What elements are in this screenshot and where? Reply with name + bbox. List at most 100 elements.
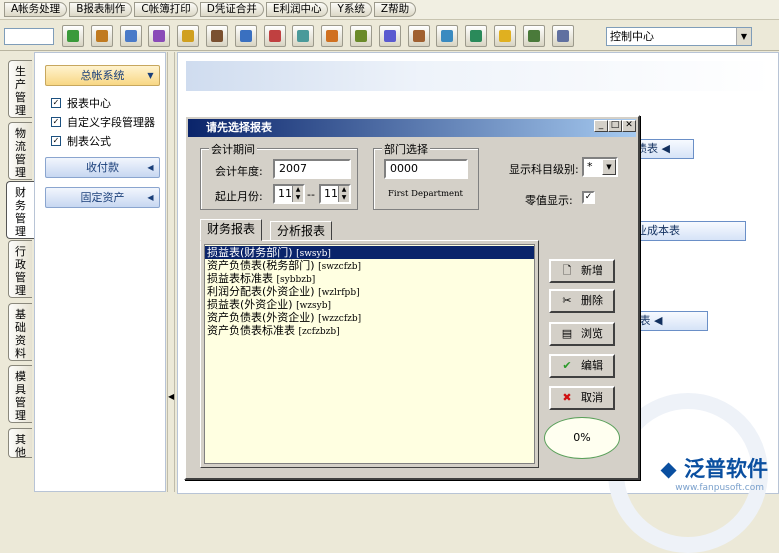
report-icon[interactable] (177, 25, 200, 47)
start-month-spinner[interactable]: 11 ▲ ▼ (273, 184, 305, 204)
export-icon[interactable] (321, 25, 344, 47)
nav-link-label: 制表公式 (67, 135, 111, 148)
month-range-label: 起止月份: (215, 190, 263, 203)
module-tab[interactable]: 财务管理 (6, 181, 34, 239)
chevron-down-icon[interactable]: ▼ (144, 68, 157, 83)
screen-icon[interactable] (234, 25, 257, 47)
chevron-down-icon[interactable]: ▼ (602, 159, 616, 175)
year-input[interactable]: 2007 (273, 159, 351, 179)
collapse-arrow-icon[interactable]: ◀ (168, 392, 174, 401)
calculator-icon[interactable] (378, 25, 401, 47)
module-tab[interactable]: 其他 (8, 428, 32, 459)
tools-icon-glyph (355, 30, 367, 42)
menu-item[interactable]: B报表制作 (69, 2, 133, 17)
nav-group-fixed-assets[interactable]: 固定资产 ◀ (45, 187, 160, 208)
cancel-button[interactable]: ✖ 取消 (549, 386, 615, 410)
report-list-item[interactable]: 损益表(外资企业) [wzsyb] (205, 298, 534, 311)
menu-item[interactable]: C帐簿打印 (134, 2, 198, 17)
report-list-item[interactable]: 损益表(财务部门) [swsyb] (205, 246, 534, 259)
report-list-item[interactable]: 损益表标准表 [sybbzb] (205, 272, 534, 285)
cancel-label: 取消 (581, 391, 603, 404)
add-label: 新增 (581, 264, 603, 277)
subject-level-select[interactable]: * ▼ (582, 157, 618, 177)
chevron-left-icon[interactable]: ◀ (144, 190, 157, 205)
window-icon[interactable] (551, 25, 574, 47)
tab-analysis-reports[interactable]: 分析报表 (270, 221, 333, 241)
chart-icon[interactable] (263, 25, 286, 47)
nav-link-formula[interactable]: ✓ 制表公式 (51, 133, 111, 149)
browse-button[interactable]: ▤ 浏览 (549, 322, 615, 346)
menu-item[interactable]: D凭证合并 (199, 2, 264, 17)
nav-group-general-ledger[interactable]: 总帐系统 ▼ (45, 65, 160, 86)
spinner-arrows-icon[interactable]: ▲ ▼ (338, 186, 349, 202)
module-tab[interactable]: 物流管理 (8, 122, 32, 180)
tools-icon[interactable] (350, 25, 372, 47)
subject-level-value: * (587, 160, 593, 173)
nav-link-custom-fields[interactable]: ✓ 自定义字段管理器 (51, 114, 155, 130)
refresh-icon[interactable] (62, 25, 84, 47)
menu-item[interactable]: Y系统 (330, 2, 372, 17)
spinner-arrows-icon[interactable]: ▲ ▼ (292, 186, 303, 202)
bell-icon[interactable] (494, 25, 516, 47)
module-tab-label: 行政管理 (15, 245, 26, 297)
department-code-input[interactable]: 0000 (384, 159, 468, 179)
nav-group-receivables[interactable]: 收付款 ◀ (45, 157, 160, 178)
tab-financial-reports[interactable]: 财务报表 (200, 219, 263, 241)
edit-icon[interactable] (119, 25, 142, 47)
module-tab[interactable]: 基础资料 (8, 303, 32, 361)
report-code: [zcfzbzb] (298, 327, 340, 337)
module-select-value: 控制中心 (610, 30, 654, 43)
screen-icon-glyph (239, 30, 252, 42)
exit-icon[interactable] (522, 25, 545, 47)
report-code: [wzsyb] (296, 301, 332, 311)
toolbar-input[interactable] (4, 28, 54, 45)
menu-item[interactable]: Z帮助 (373, 2, 417, 17)
cross-icon: ✖ (562, 391, 572, 404)
add-button[interactable]: 🗋 新增 (549, 259, 615, 283)
report-list[interactable]: 损益表(财务部门) [swsyb] 资产负债表(税务部门) [swzcfzb] 损益… (204, 244, 535, 464)
menu-item[interactable]: E利润中心 (265, 2, 329, 17)
menu-item[interactable]: A帐务处理 (4, 2, 68, 17)
delete-label: 删除 (581, 294, 603, 307)
edit-button[interactable]: ✔ 编辑 (549, 354, 615, 378)
report-list-item[interactable]: 资产负债表(税务部门) [swzcfzb] (205, 259, 534, 272)
report-name: 资产负债表(外资企业) (207, 311, 315, 324)
minimize-button[interactable]: _ (594, 120, 608, 132)
camera-icon[interactable] (436, 25, 459, 47)
module-tab-label: 财务管理 (15, 186, 26, 238)
nav-link-report-center[interactable]: ✓ 报表中心 (51, 95, 111, 111)
nav-link-label: 报表中心 (67, 97, 111, 110)
module-tab[interactable]: 模具管理 (8, 365, 32, 423)
maximize-button[interactable]: □ (608, 120, 622, 132)
nav-group-label: 固定资产 (80, 191, 125, 204)
folder-icon[interactable] (465, 25, 488, 47)
module-select[interactable]: 控制中心 ▼ (606, 27, 752, 46)
home-icon[interactable] (90, 25, 113, 47)
book-icon[interactable] (206, 25, 228, 47)
close-button[interactable]: ✕ (622, 120, 636, 132)
print-icon[interactable] (292, 25, 315, 47)
copy-icon[interactable] (407, 25, 430, 47)
module-tab[interactable]: 行政管理 (8, 240, 32, 298)
menu-bar: A帐务处理 B报表制作 C帐簿打印 D凭证合并 E利润中心 Y系统 Z帮助 (0, 0, 779, 20)
delete-button[interactable]: ✂ 删除 (549, 289, 615, 313)
folder-icon-glyph (470, 30, 483, 42)
palette-icon[interactable] (148, 25, 171, 47)
report-list-item[interactable]: 资产负债表标准表 [zcfzbzb] (205, 324, 534, 337)
report-code: [swsyb] (296, 249, 331, 259)
zero-value-checkbox[interactable]: ✓ (582, 191, 595, 204)
progress-indicator: 0% (544, 417, 620, 459)
nav-link-label: 自定义字段管理器 (67, 116, 155, 129)
report-list-item[interactable]: 利润分配表(外资企业) [wzlrfpb] (205, 285, 534, 298)
month-separator: -- (307, 188, 315, 201)
report-list-item[interactable]: 资产负债表(外资企业) [wzzcfzb] (205, 311, 534, 324)
subject-level-label: 显示科目级别: (509, 163, 579, 176)
calculator-icon-glyph (383, 30, 396, 42)
zero-value-label: 零值显示: (525, 194, 573, 207)
chevron-left-icon[interactable]: ◀ (144, 160, 157, 175)
period-group: 会计期间 会计年度: 2007 起止月份: 11 ▲ ▼ -- 11 ▲ ▼ (200, 141, 358, 210)
chevron-down-icon[interactable]: ▼ (736, 28, 751, 45)
splitter[interactable]: ◀ (167, 52, 175, 492)
end-month-spinner[interactable]: 11 ▲ ▼ (319, 184, 351, 204)
module-tab[interactable]: 生产管理 (8, 60, 32, 118)
